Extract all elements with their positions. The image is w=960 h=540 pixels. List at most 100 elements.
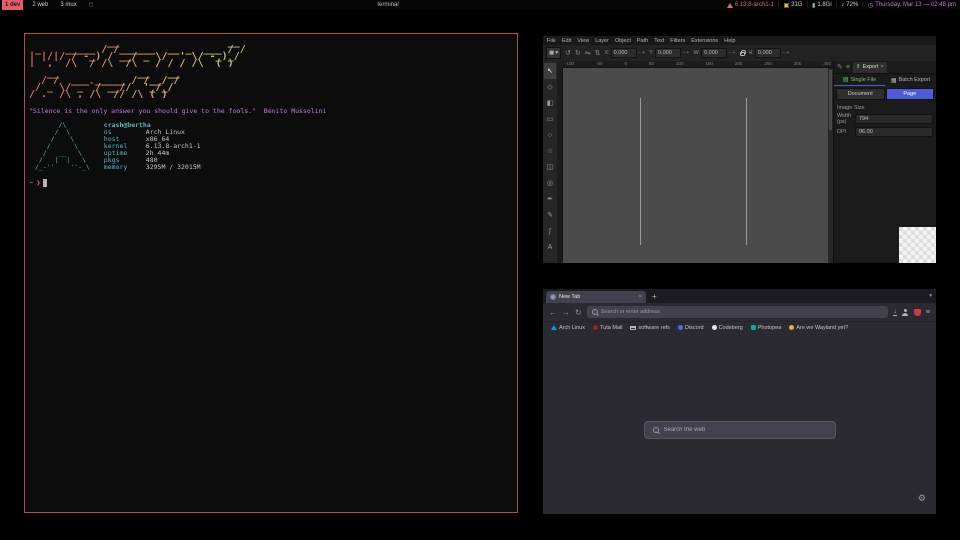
volume-module[interactable]: ♪ 72% <box>841 2 858 8</box>
spiral-tool[interactable]: ◎ <box>544 175 556 191</box>
bookmark-codeberg[interactable]: Codeberg <box>712 325 743 331</box>
bookmark-label: Are we Wayland yet? <box>796 325 848 331</box>
focused-window-title: terminal <box>377 2 398 8</box>
workspace-4[interactable]: ▢ <box>86 0 97 10</box>
list-tabs-chevron-icon[interactable]: ▾ <box>929 293 932 299</box>
workspace-label: 3 mux <box>60 0 76 10</box>
selection-mode-button[interactable]: ▦ ▾ <box>546 47 561 59</box>
canvas-zone: -100 -50 0 50 100 150 200 250 300 350 <box>557 61 833 263</box>
star-tool[interactable]: ☆ <box>544 143 556 159</box>
x-input[interactable]: 0.000 <box>611 48 637 58</box>
menu-path[interactable]: Path <box>637 38 648 44</box>
ublock-icon[interactable] <box>914 309 921 316</box>
y-plus-button[interactable]: + <box>686 50 689 56</box>
menu-extensions[interactable]: Extensions <box>691 38 718 44</box>
codeberg-favicon-icon <box>712 325 717 330</box>
volume-icon: ♪ <box>841 2 844 8</box>
ellipse-tool[interactable]: ○ <box>544 127 556 143</box>
page-button[interactable]: Page <box>886 88 935 100</box>
web-search-bar[interactable] <box>644 421 836 439</box>
new-tab-button[interactable]: + <box>652 292 657 301</box>
menu-edit[interactable]: Edit <box>562 38 571 44</box>
export-dialog-tab[interactable]: ⇧ Export × <box>853 62 887 73</box>
w-minus-button[interactable]: − <box>728 50 731 56</box>
lock-ratio-icon[interactable] <box>740 52 745 56</box>
page-settings-gear-icon[interactable]: ⚙ <box>918 493 926 504</box>
h-minus-button[interactable]: − <box>782 50 785 56</box>
flip-vertical-icon[interactable]: ⇅ <box>595 49 601 57</box>
url-bar[interactable] <box>587 306 889 318</box>
w-input[interactable]: 0.000 <box>701 48 727 58</box>
menu-file[interactable]: File <box>547 38 556 44</box>
box-3d-tool[interactable]: ◫ <box>544 159 556 175</box>
flip-horizontal-icon[interactable]: ⇋ <box>585 49 591 57</box>
calligraphy-tool[interactable]: ∫ <box>544 223 556 239</box>
dpi-input[interactable] <box>855 127 933 137</box>
downloads-icon[interactable]: ↓ <box>893 309 897 316</box>
pencil-tool[interactable]: ✎ <box>544 207 556 223</box>
rotate-cw-icon[interactable]: ↻ <box>575 49 581 57</box>
toolbox: ↖ ◇ ◧ ▭ ○ ☆ ◫ ◎ ✒ ✎ ∫ A <box>543 61 557 263</box>
web-search-input[interactable] <box>664 427 827 433</box>
menu-icon[interactable]: ≡ <box>926 309 930 316</box>
close-icon[interactable]: × <box>880 64 883 70</box>
y-input[interactable]: 0.000 <box>655 48 681 58</box>
page-border-line <box>640 98 641 245</box>
x-label: X: <box>604 50 609 56</box>
width-input[interactable] <box>855 114 933 124</box>
h-input[interactable]: 0.000 <box>755 48 781 58</box>
ruler-tick: 200 <box>735 61 743 67</box>
active-tab[interactable]: New Tab × <box>546 291 646 303</box>
tab-single-file[interactable]: ▤ Single File <box>834 74 885 86</box>
y-minus-button[interactable]: − <box>682 50 685 56</box>
pencil-dock-icon[interactable]: ✎ <box>837 63 843 71</box>
separator: | <box>778 2 780 8</box>
layers-dock-icon[interactable]: ≡ <box>846 64 850 71</box>
browser-window[interactable]: New Tab × + ▾ ← → ↻ ↓ ≡ Arch Linux Tuta … <box>543 289 936 514</box>
scrollbar-thumb[interactable] <box>829 70 832 130</box>
inkscape-window[interactable]: File Edit View Layer Object Path Text Fi… <box>543 36 936 263</box>
node-tool[interactable]: ◇ <box>544 79 556 95</box>
tab-close-icon[interactable]: × <box>639 294 642 300</box>
workspace-mux[interactable]: 3 mux <box>57 0 79 10</box>
prompt-arrow: ❯ <box>36 179 40 187</box>
url-input[interactable] <box>601 309 884 315</box>
kernel-version: 6.13.8-arch1-1 <box>735 2 774 8</box>
inkscape-canvas[interactable] <box>563 68 828 263</box>
text-tool[interactable]: A <box>544 239 556 255</box>
x-plus-button[interactable]: + <box>642 50 645 56</box>
menu-filters[interactable]: Filters <box>670 38 685 44</box>
terminal-window[interactable]: __ __ _ _____ / /______ __ _ ___ / / | |… <box>24 33 518 513</box>
workspace-web[interactable]: 2 web <box>29 0 51 10</box>
menu-object[interactable]: Object <box>615 38 631 44</box>
w-plus-button[interactable]: + <box>732 50 735 56</box>
menu-text[interactable]: Text <box>654 38 664 44</box>
shell-prompt[interactable]: ~ ❯ <box>29 179 513 187</box>
back-button[interactable]: ← <box>549 308 557 317</box>
bookmark-tuta-mail[interactable]: Tuta Mail <box>593 325 622 331</box>
bookmark-wayland[interactable]: Are we Wayland yet? <box>789 325 848 331</box>
document-button[interactable]: Document <box>836 88 885 100</box>
menu-layer[interactable]: Layer <box>595 38 609 44</box>
forward-button[interactable]: → <box>562 308 570 317</box>
account-icon[interactable] <box>902 309 909 316</box>
x-minus-button[interactable]: − <box>638 50 641 56</box>
bookmark-label: Tuta Mail <box>600 325 622 331</box>
rectangle-tool[interactable]: ▭ <box>544 111 556 127</box>
workspace-dev[interactable]: 1 dev <box>2 0 23 10</box>
bookmark-folder-software-refs[interactable]: software refs <box>630 325 669 331</box>
workspace-list: 1 dev 2 web 3 mux ▢ <box>0 0 96 10</box>
reload-button[interactable]: ↻ <box>575 308 582 317</box>
pen-tool[interactable]: ✒ <box>544 191 556 207</box>
rotate-ccw-icon[interactable]: ↺ <box>565 49 571 57</box>
menu-help[interactable]: Help <box>724 38 735 44</box>
tab-batch-export[interactable]: ▦ Batch Export <box>885 74 936 86</box>
shape-builder-tool[interactable]: ◧ <box>544 95 556 111</box>
bookmark-discord[interactable]: Discord <box>678 325 704 331</box>
menu-view[interactable]: View <box>577 38 589 44</box>
selector-tool[interactable]: ↖ <box>544 63 556 79</box>
bookmark-arch-linux[interactable]: Arch Linux <box>551 325 585 331</box>
bookmark-photopea[interactable]: Photopea <box>751 325 782 331</box>
arch-ascii-logo: /\ / \ / \ / \ / __ \ / | | \ /_-'' ''-_… <box>35 122 90 171</box>
h-plus-button[interactable]: + <box>786 50 789 56</box>
